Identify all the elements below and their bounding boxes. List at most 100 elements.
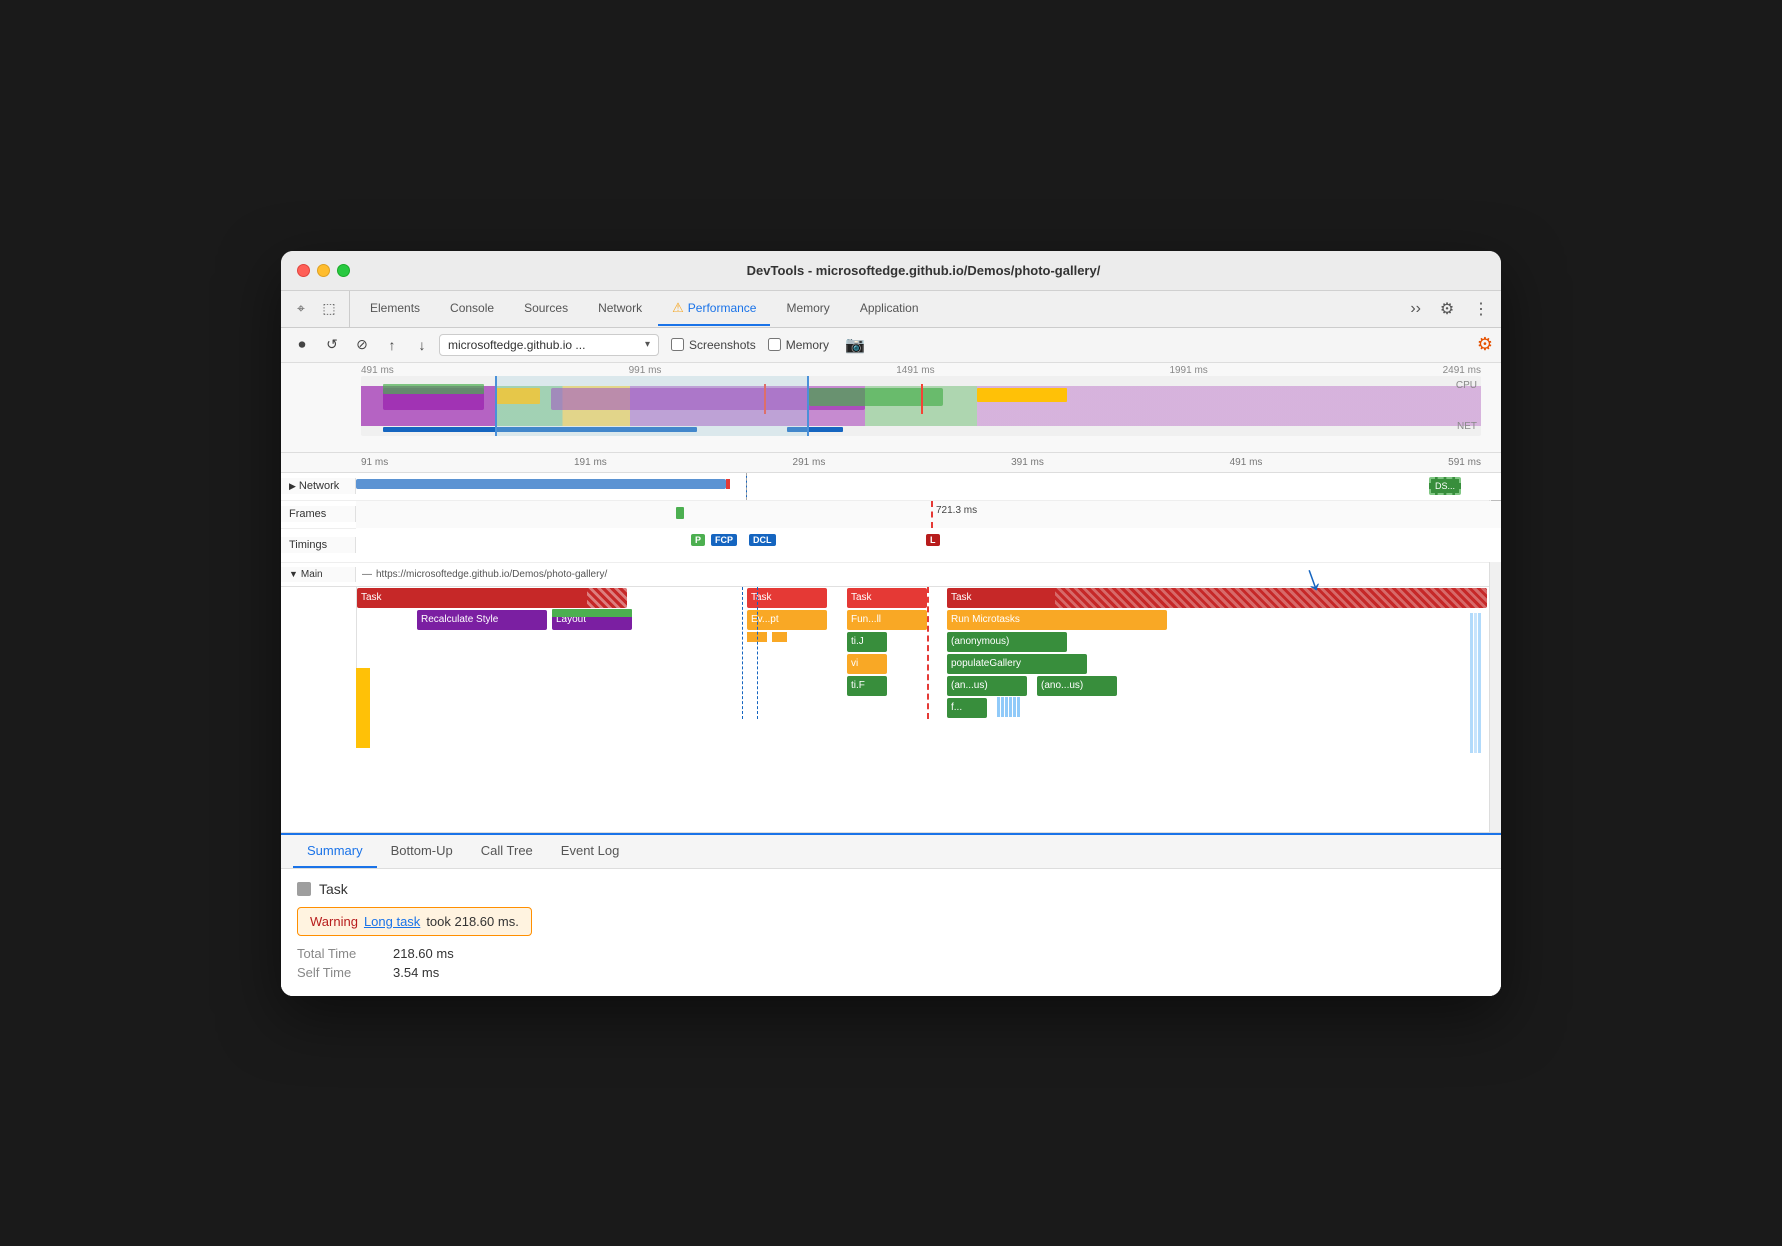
warning-message: took 218.60 ms. [426, 914, 519, 929]
tabs-bar: ⌖ ⬚ Elements Console Sources Network ⚠ P… [281, 291, 1501, 328]
tab-performance[interactable]: ⚠ Performance [658, 292, 770, 326]
flame-chart[interactable]: Task Task Task Task Recalculate Style La… [356, 587, 1501, 719]
tab-sources[interactable]: Sources [510, 293, 582, 325]
tab-bottom-up[interactable]: Bottom-Up [377, 835, 467, 868]
screenshots-checkbox[interactable] [671, 338, 684, 351]
net-label: NET [1457, 421, 1477, 432]
green-small-1 [552, 609, 632, 617]
frame-red-marker [931, 501, 933, 528]
self-time-value: 3.54 ms [393, 965, 439, 980]
track-label-main: ▼ Main [281, 567, 356, 582]
small-yellow-2 [772, 632, 787, 642]
timeline-ruler: 91 ms 191 ms 291 ms 391 ms 491 ms 591 ms [281, 453, 1501, 473]
tab-summary[interactable]: Summary [293, 835, 377, 868]
performance-toolbar: ⏺ ↺ ⊘ ↑ ↓ microsoftedge.github.io ... ▾ … [281, 328, 1501, 363]
flame-row-3: ti.J (anonymous) [357, 631, 1501, 653]
flame-block-fun[interactable]: Fun...ll [847, 610, 927, 630]
url-dropdown-arrow[interactable]: ▾ [645, 339, 650, 350]
blue-dashed-marker-2 [757, 587, 758, 719]
clear-button[interactable]: ⊘ [349, 332, 375, 358]
self-time-row: Self Time 3.54 ms [297, 965, 1485, 980]
track-label-frames: Frames [281, 506, 356, 522]
flame-block-f[interactable]: f... [947, 698, 987, 718]
flame-block-tij[interactable]: ti.J [847, 632, 887, 652]
task-color-indicator [297, 882, 311, 896]
flame-block-anus-1[interactable]: (an...us) [947, 676, 1027, 696]
timeline-selection[interactable] [495, 376, 809, 436]
tabs-right-controls: ›› ⚙ ⋮ [1406, 295, 1493, 323]
flame-row-4: vi populateGallery [357, 653, 1501, 675]
flame-block-anus-2[interactable]: (ano...us) [1037, 676, 1117, 696]
flame-block-vi[interactable]: vi [847, 654, 887, 674]
frame-indicator [676, 507, 684, 519]
flame-row-1: Task Task Task Task [357, 587, 1501, 609]
frame-time: 721.3 ms [936, 505, 977, 516]
expand-main-icon[interactable]: ▼ [289, 569, 298, 579]
total-time-row: Total Time 218.60 ms [297, 946, 1485, 961]
track-label-network: ▶ Network [281, 478, 356, 494]
flame-block-populate[interactable]: populateGallery [947, 654, 1087, 674]
settings-icon[interactable]: ⚙ [1433, 295, 1461, 323]
tab-network[interactable]: Network [584, 293, 656, 325]
timeline-overview-labels: 491 ms 991 ms 1491 ms 1991 ms 2491 ms [281, 363, 1501, 376]
flame-block-microtasks[interactable]: Run Microtasks [947, 610, 1167, 630]
tab-application[interactable]: Application [846, 293, 933, 325]
inspect-element-icon[interactable]: ⌖ [289, 297, 313, 321]
title-bar: DevTools - microsoftedge.github.io/Demos… [281, 251, 1501, 291]
flame-block-tif[interactable]: ti.F [847, 676, 887, 696]
more-options-button[interactable]: ⋮ [1469, 295, 1493, 323]
performance-settings-icon[interactable]: ⚙ [1477, 334, 1493, 355]
network-track-content[interactable]: DS... [356, 473, 1501, 500]
tab-elements[interactable]: Elements [356, 293, 434, 325]
flame-row-2: Recalculate Style Layout Ev...pt Fun...l… [357, 609, 1501, 631]
timeline-overview-canvas[interactable]: CPU NET [361, 376, 1481, 436]
close-button[interactable] [297, 264, 310, 277]
timeline-tracks[interactable]: ▶ Network DS... Frames [281, 473, 1501, 833]
ds-block: DS... [1429, 477, 1461, 495]
flame-block-event[interactable]: Ev...pt [747, 610, 827, 630]
warning-triangle-icon: ⚠ [672, 300, 684, 316]
traffic-lights [297, 264, 350, 277]
tab-console[interactable]: Console [436, 293, 508, 325]
upload-button[interactable]: ↑ [379, 332, 405, 358]
download-button[interactable]: ↓ [409, 332, 435, 358]
maximize-button[interactable] [337, 264, 350, 277]
memory-checkbox[interactable] [768, 338, 781, 351]
flame-block-recalc[interactable]: Recalculate Style [417, 610, 547, 630]
url-box: microsoftedge.github.io ... ▾ [439, 334, 659, 356]
tab-call-tree[interactable]: Call Tree [467, 835, 547, 868]
task-title: Task [297, 881, 1485, 897]
toolbar-mid-controls: Screenshots Memory 📷 [671, 335, 865, 355]
minimize-button[interactable] [317, 264, 330, 277]
vertical-sep-1 [746, 473, 747, 500]
device-toolbar-icon[interactable]: ⬚ [317, 297, 341, 321]
memory-checkbox-group[interactable]: Memory [768, 338, 829, 352]
flame-row-5: ti.F (an...us) (ano...us) [357, 675, 1501, 697]
flame-block-task-3[interactable]: Task [847, 588, 927, 608]
more-tabs-button[interactable]: ›› [1406, 296, 1425, 322]
flame-block-anon-1[interactable]: (anonymous) [947, 632, 1067, 652]
tab-memory[interactable]: Memory [772, 293, 843, 325]
self-time-label: Self Time [297, 965, 377, 980]
summary-content: Task Warning Long task took 218.60 ms. T… [281, 869, 1501, 996]
red-dashed-marker [927, 587, 929, 719]
timeline-overview[interactable]: 491 ms 991 ms 1491 ms 1991 ms 2491 ms [281, 363, 1501, 453]
flame-block-task-1[interactable]: Task [357, 588, 627, 608]
blue-dashed-marker-1 [742, 587, 743, 719]
reload-record-button[interactable]: ↺ [319, 332, 345, 358]
devtools-icon-group: ⌖ ⬚ [289, 291, 350, 327]
timing-badge-dcl: DCL [749, 534, 776, 546]
frames-track-content[interactable]: 721.3 ms [356, 501, 1501, 528]
timing-badge-p: P [691, 534, 705, 546]
stripe-group [997, 697, 1020, 717]
main-url: — https://microsoftedge.github.io/Demos/… [356, 565, 1501, 584]
tab-event-log[interactable]: Event Log [547, 835, 634, 868]
long-task-link[interactable]: Long task [364, 914, 420, 929]
flame-block-task-2[interactable]: Task [747, 588, 827, 608]
timings-track-content[interactable]: P FCP DCL L ↓ ↙ [356, 528, 1501, 562]
flame-block-task-4[interactable]: Task [947, 588, 1487, 608]
record-button[interactable]: ⏺ [289, 332, 315, 358]
camera-icon[interactable]: 📷 [845, 335, 865, 355]
expand-network-icon[interactable]: ▶ [289, 481, 296, 492]
screenshots-checkbox-group[interactable]: Screenshots [671, 338, 756, 352]
